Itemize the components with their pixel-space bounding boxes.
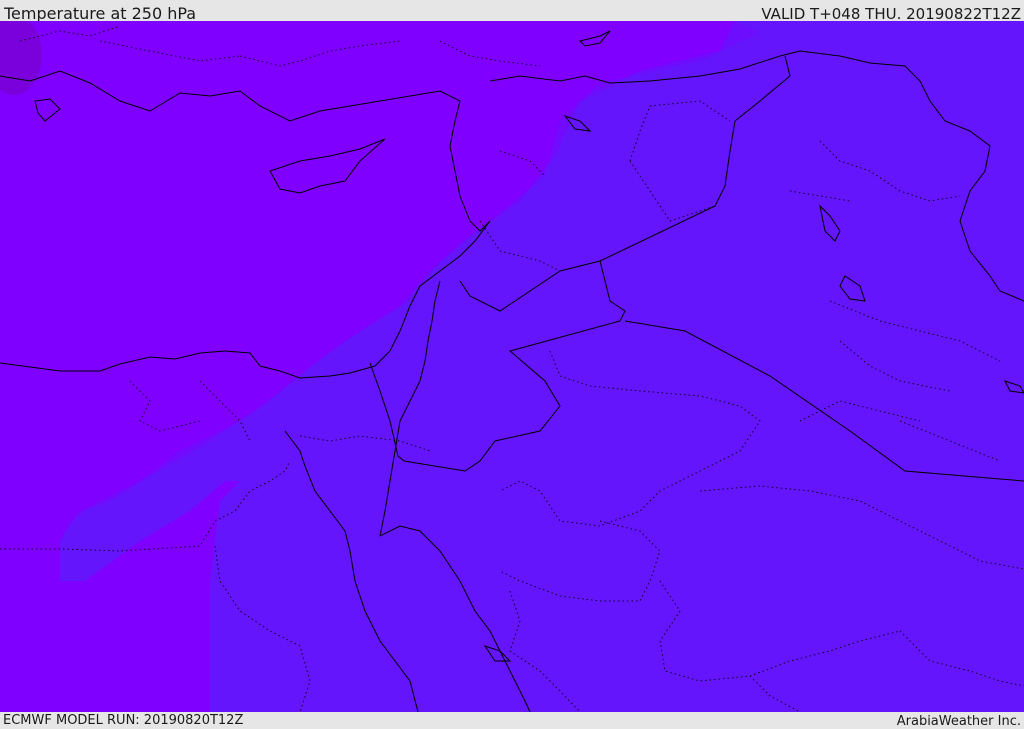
temperature-map bbox=[0, 21, 1024, 712]
model-run-label: ECMWF MODEL RUN: 20190820T12Z bbox=[3, 713, 244, 728]
credit-label: ArabiaWeather Inc. bbox=[896, 714, 1021, 729]
